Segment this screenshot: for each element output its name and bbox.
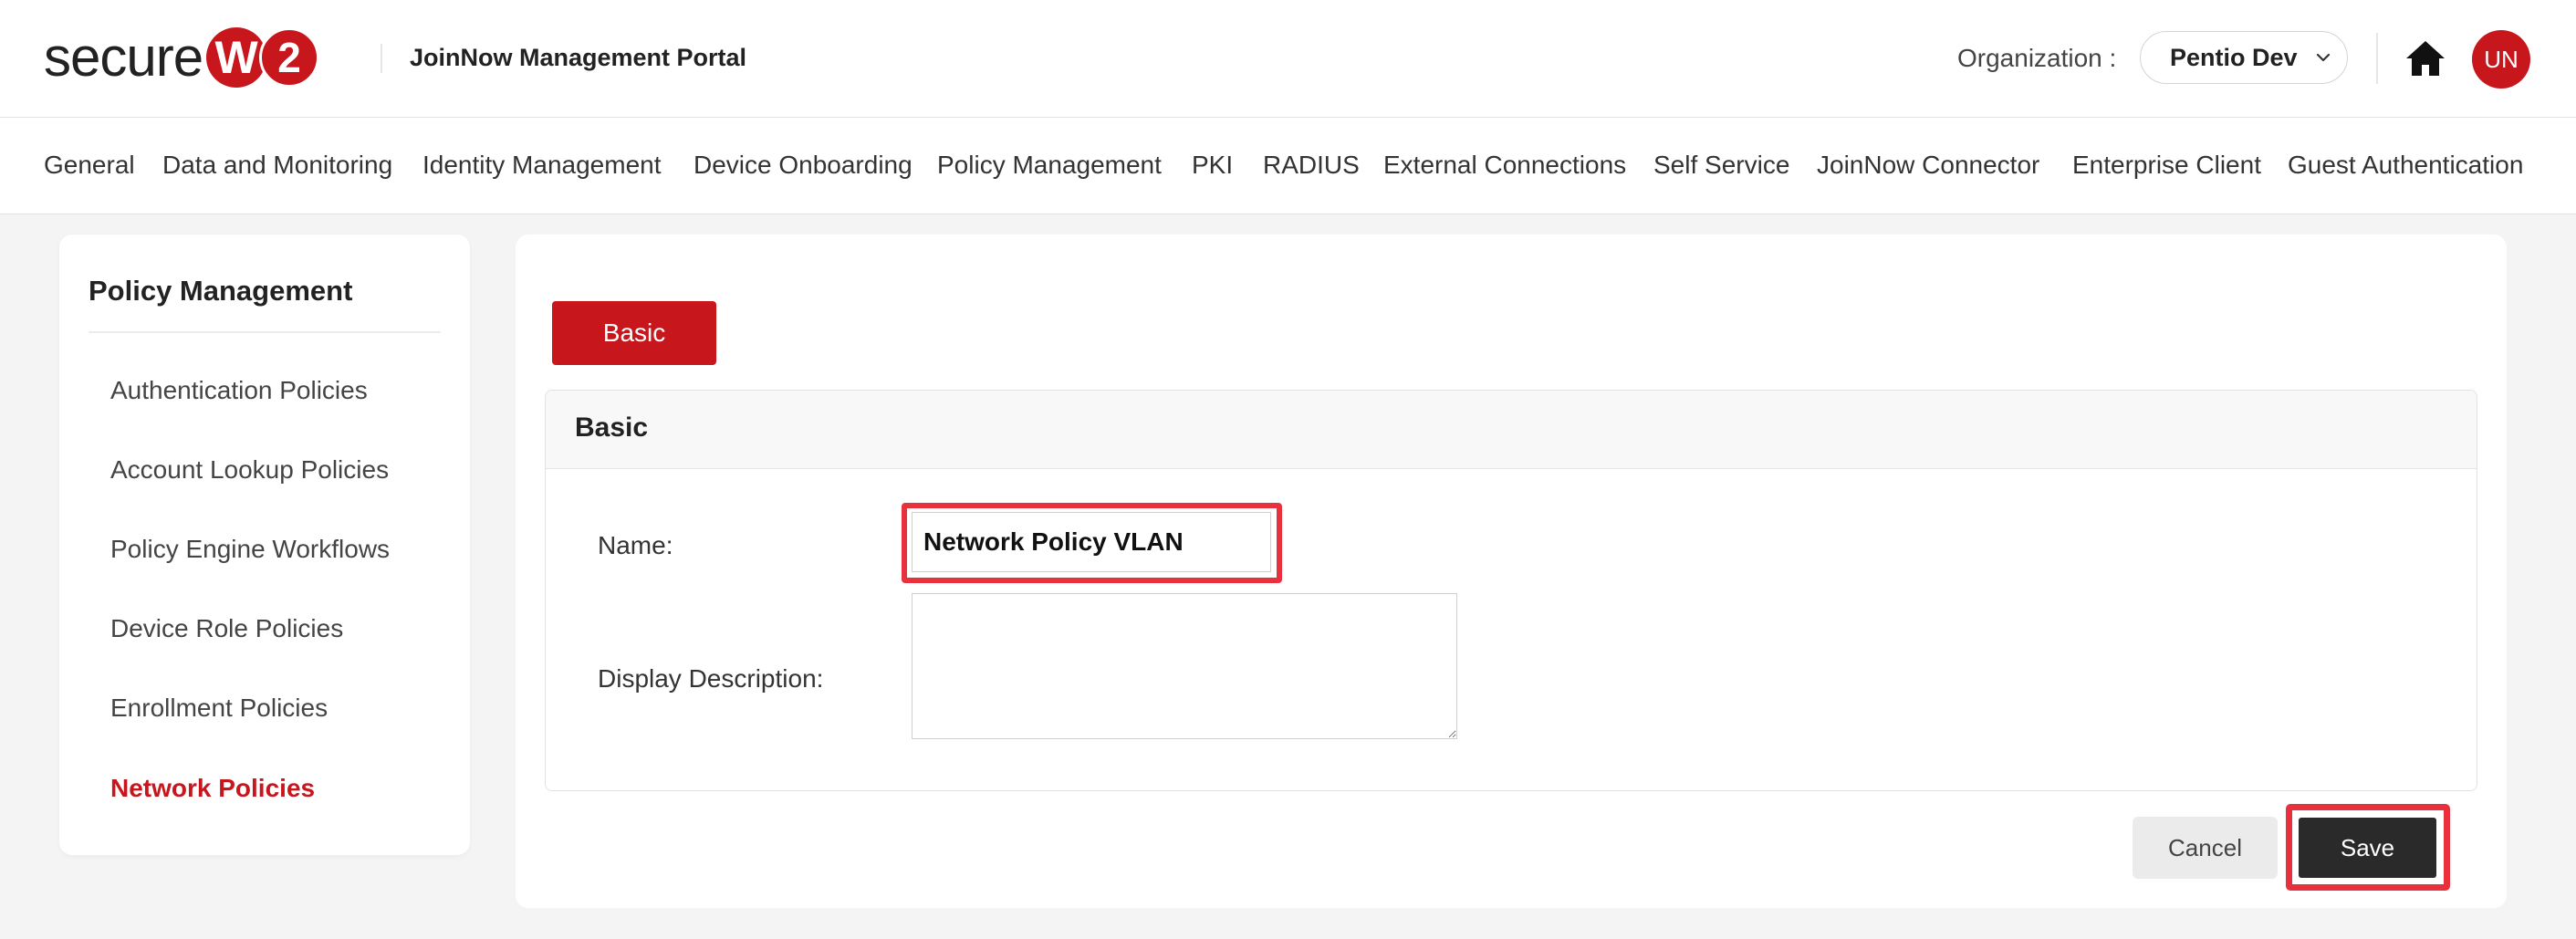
sidebar-item-device-role-policies[interactable]: Device Role Policies (110, 614, 343, 643)
display-description-textarea[interactable] (912, 593, 1457, 739)
sidebar-item-account-lookup-policies[interactable]: Account Lookup Policies (110, 455, 389, 485)
logo-badge: W 2 (206, 27, 320, 88)
header-separator (2376, 33, 2378, 84)
sidebar-divider (89, 331, 441, 333)
home-icon[interactable] (2404, 39, 2446, 78)
sidebar-item-authentication-policies[interactable]: Authentication Policies (110, 376, 368, 405)
logo-text: secure (44, 26, 203, 88)
nav-item-identity-management[interactable]: Identity Management (422, 151, 662, 180)
nav-item-guest-authentication[interactable]: Guest Authentication (2288, 151, 2523, 180)
basic-card: Basic (545, 390, 2477, 791)
nav-item-general[interactable]: General (44, 151, 135, 180)
display-description-label: Display Description: (598, 664, 824, 693)
cancel-button[interactable]: Cancel (2133, 817, 2278, 879)
organization-label: Organization : (1957, 44, 2117, 72)
main-panel: Basic Basic (516, 235, 2507, 908)
logo-badge-letter: W (206, 27, 267, 88)
nav-item-device-onboarding[interactable]: Device Onboarding (694, 151, 913, 180)
nav-item-radius[interactable]: RADIUS (1263, 151, 1360, 180)
chevron-down-icon (2316, 53, 2331, 62)
nav-item-enterprise-client[interactable]: Enterprise Client (2072, 151, 2261, 180)
securew2-logo[interactable]: secure W 2 (44, 26, 320, 89)
user-avatar[interactable]: UN (2472, 30, 2530, 89)
sidebar-item-enrollment-policies[interactable]: Enrollment Policies (110, 694, 328, 723)
logo-badge-number: 2 (259, 27, 320, 88)
organization-select[interactable]: Pentio Dev (2140, 31, 2348, 84)
nav-item-external-connections[interactable]: External Connections (1383, 151, 1626, 180)
name-label: Name: (598, 531, 673, 559)
nav-item-self-service[interactable]: Self Service (1653, 151, 1789, 180)
sidebar-item-network-policies[interactable]: Network Policies (110, 774, 315, 803)
header-divider (381, 44, 382, 73)
card-title: Basic (575, 412, 649, 443)
sidebar: Policy Management Authentication Policie… (59, 235, 470, 855)
card-header: Basic (546, 391, 2477, 469)
nav-item-policy-management[interactable]: Policy Management (937, 151, 1162, 180)
sidebar-title: Policy Management (89, 275, 353, 307)
save-button[interactable]: Save (2299, 818, 2436, 878)
nav-item-pki[interactable]: PKI (1192, 151, 1233, 180)
top-header: secure W 2 JoinNow Management Portal Org… (0, 0, 2576, 118)
name-input[interactable] (912, 512, 1271, 572)
nav-item-joinnow-connector[interactable]: JoinNow Connector (1817, 151, 2039, 180)
nav-item-data-and-monitoring[interactable]: Data and Monitoring (162, 151, 392, 180)
portal-title: JoinNow Management Portal (410, 44, 747, 71)
sidebar-item-policy-engine-workflows[interactable]: Policy Engine Workflows (110, 535, 390, 564)
organization-value: Pentio Dev (2170, 43, 2298, 71)
main-nav: General Data and Monitoring Identity Man… (0, 118, 2576, 214)
tab-basic[interactable]: Basic (552, 301, 716, 365)
